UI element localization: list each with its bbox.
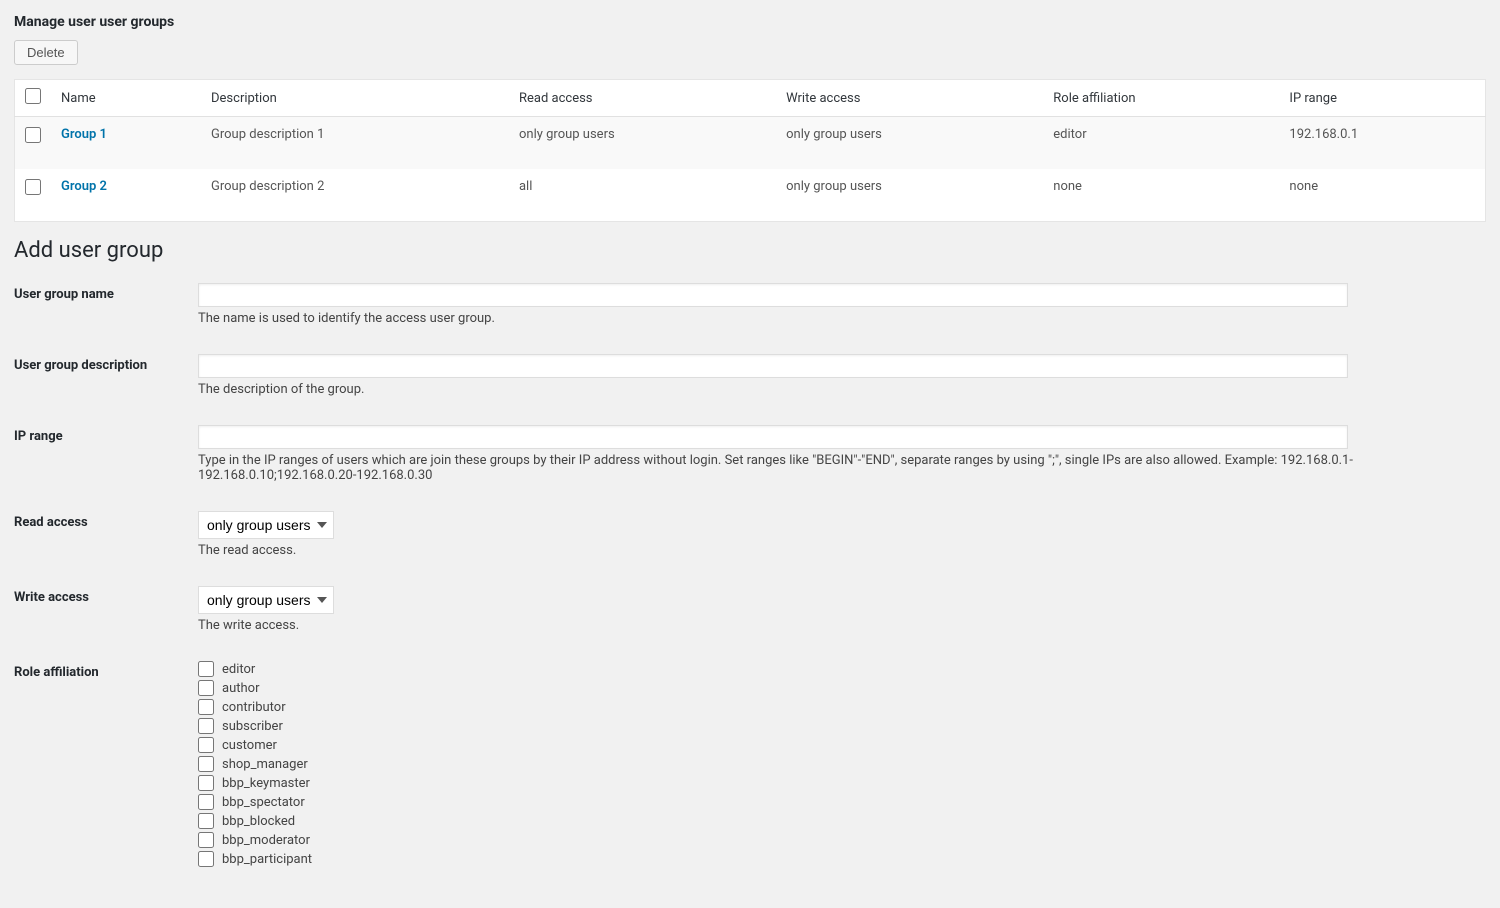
role-label: bbp_participant [222,852,312,867]
group-name-link[interactable]: Group 1 [61,127,107,142]
col-name-header[interactable]: Name [51,80,201,117]
read-access-hint: The read access. [198,543,1486,558]
col-role-affiliation-header[interactable]: Role affiliation [1043,80,1279,117]
description-input[interactable] [198,354,1348,378]
cell-read-access: only group users [509,117,776,170]
cell-ip-range: none [1279,169,1485,222]
role-checkbox-contributor[interactable] [198,699,214,715]
cell-read-access: all [509,169,776,222]
role-checkbox-author[interactable] [198,680,214,696]
read-access-label: Read access [14,511,198,530]
cell-description: Group description 2 [201,169,509,222]
table-row: Group 1 Group description 1 only group u… [15,117,1486,170]
role-checkbox-shop-manager[interactable] [198,756,214,772]
role-checkbox-editor[interactable] [198,661,214,677]
role-label: bbp_spectator [222,795,305,810]
read-access-select[interactable]: only group users [198,511,334,539]
col-read-access-header[interactable]: Read access [509,80,776,117]
role-checkbox-bbp-blocked[interactable] [198,813,214,829]
write-access-select[interactable]: only group users [198,586,334,614]
role-label: bbp_blocked [222,814,295,829]
role-label: shop_manager [222,757,308,772]
role-list: editor author contributor subscriber cus… [198,661,1486,870]
role-label: contributor [222,700,286,715]
table-row: Group 2 Group description 2 all only gro… [15,169,1486,222]
role-label: bbp_moderator [222,833,310,848]
role-label: customer [222,738,277,753]
role-checkbox-bbp-participant[interactable] [198,851,214,867]
delete-button[interactable]: Delete [14,40,78,65]
name-hint: The name is used to identify the access … [198,311,1486,326]
page-title: Manage user user groups [14,14,1486,30]
col-description-header[interactable]: Description [201,80,509,117]
write-access-hint: The write access. [198,618,1486,633]
role-checkbox-subscriber[interactable] [198,718,214,734]
role-checkbox-bbp-spectator[interactable] [198,794,214,810]
role-checkbox-customer[interactable] [198,737,214,753]
role-label: bbp_keymaster [222,776,310,791]
role-label: author [222,681,259,696]
ip-range-label: IP range [14,425,198,444]
role-checkbox-bbp-keymaster[interactable] [198,775,214,791]
groups-table: Name Description Read access Write acces… [14,79,1486,222]
name-label: User group name [14,283,198,302]
role-label: editor [222,662,255,677]
col-ip-range-header[interactable]: IP range [1279,80,1485,117]
ip-range-hint: Type in the IP ranges of users which are… [198,453,1486,483]
col-write-access-header[interactable]: Write access [776,80,1043,117]
ip-range-input[interactable] [198,425,1348,449]
cell-write-access: only group users [776,117,1043,170]
name-input[interactable] [198,283,1348,307]
role-checkbox-bbp-moderator[interactable] [198,832,214,848]
role-label: subscriber [222,719,283,734]
role-affiliation-label: Role affiliation [14,661,198,680]
cell-role-affiliation: none [1043,169,1279,222]
description-label: User group description [14,354,198,373]
group-name-link[interactable]: Group 2 [61,179,107,194]
cell-role-affiliation: editor [1043,117,1279,170]
cell-description: Group description 1 [201,117,509,170]
row-checkbox[interactable] [25,179,41,195]
add-group-title: Add user group [14,238,1486,263]
description-hint: The description of the group. [198,382,1486,397]
select-all-checkbox[interactable] [25,88,41,104]
cell-ip-range: 192.168.0.1 [1279,117,1485,170]
write-access-label: Write access [14,586,198,605]
cell-write-access: only group users [776,169,1043,222]
row-checkbox[interactable] [25,127,41,143]
